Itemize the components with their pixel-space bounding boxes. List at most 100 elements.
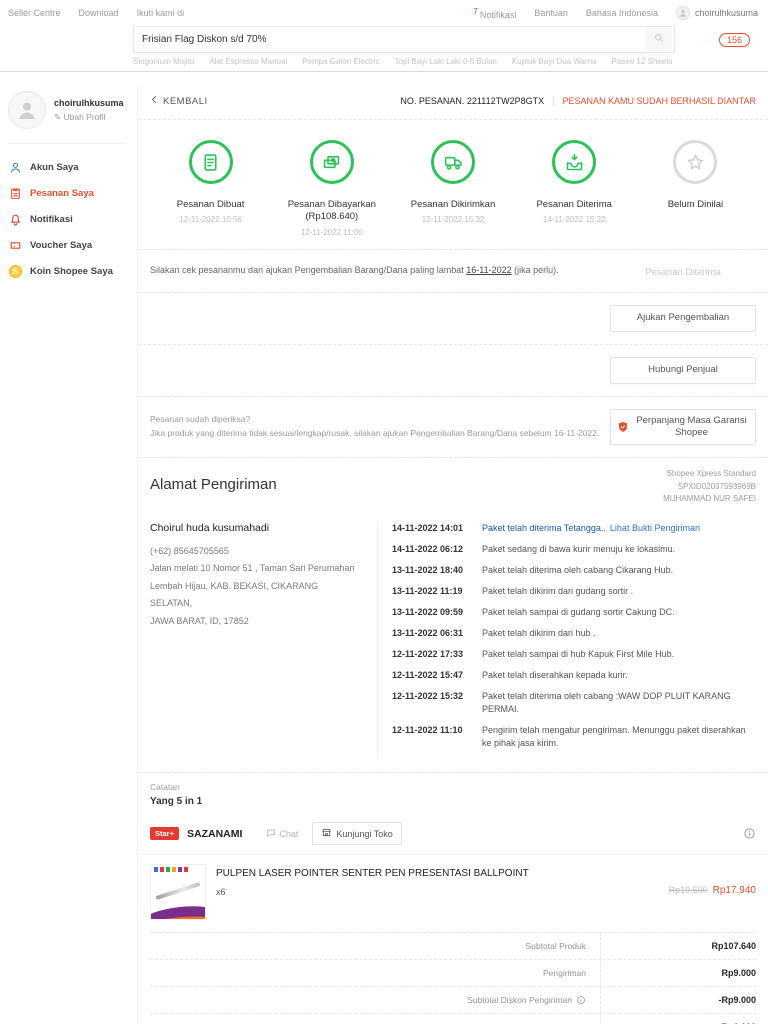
step-pesanan-dibuat: Pesanan Dibuat 12-11-2022 10:56 xyxy=(150,140,271,237)
notification-count-badge: 7 xyxy=(473,6,478,16)
perpanjang-garansi-button[interactable]: Perpanjang Masa Garansi Shopee xyxy=(610,408,756,446)
chevron-left-icon xyxy=(150,95,159,107)
sidebar-item-pesanan-saya[interactable]: Pesanan Saya xyxy=(8,180,131,206)
meta-separator: | xyxy=(552,96,555,106)
tracking-event: 12-11-2022 17:33 Paket telah sampai di hu… xyxy=(392,648,675,659)
topbar-username: choirulhkusuma xyxy=(694,8,758,18)
coin-icon: S xyxy=(8,264,22,278)
shop-icon xyxy=(321,827,332,840)
link-download[interactable]: Download xyxy=(79,8,119,18)
hubungi-penjual-button[interactable]: Hubungi Penjual xyxy=(610,356,756,384)
ajukan-pengembalian-button[interactable]: Ajukan Pengembalian xyxy=(610,304,756,332)
chat-icon xyxy=(266,828,276,840)
step-pesanan-dikirimkan: Pesanan Dikirimkan 12-11-2022 15:32 xyxy=(392,140,513,237)
step-pesanan-dibayarkan: Pesanan Dibayarkan (Rp108.640) 12-11-202… xyxy=(271,140,392,237)
sidebar-item-voucher-saya[interactable]: Voucher Saya xyxy=(8,232,131,258)
avatar[interactable] xyxy=(8,91,46,129)
link-notifikasi[interactable]: 7 Notifikasi xyxy=(473,7,516,20)
shield-icon xyxy=(617,421,629,433)
total-row: Subtotal Produk Rp107.640 xyxy=(150,932,756,960)
money-icon xyxy=(309,140,354,184)
tracking-event: 13-11-2022 11:19 Paket telah dikirim dari… xyxy=(392,585,634,596)
tracking-event: 14-11-2022 14:01 Paket telah diterima Te… xyxy=(392,522,700,533)
search-button[interactable] xyxy=(646,28,672,51)
product-thumbnail: ... xyxy=(150,864,206,921)
courier-info: Shopee Xpress Standard SPXID02037593969B… xyxy=(663,464,756,505)
kunjungi-toko-button[interactable]: Kunjungi Toko xyxy=(312,822,402,846)
clipboard-icon xyxy=(8,186,22,200)
lihat-bukti-link[interactable]: Lihat Bukti Pengiriman xyxy=(610,523,700,533)
back-button[interactable]: KEMBALI xyxy=(150,95,208,107)
order-note: Catatan Yang 5 in 1 xyxy=(138,772,768,813)
user-icon xyxy=(8,160,22,174)
sidebar-profile: choirulhkusuma ✎ Ubah Profil xyxy=(8,87,131,141)
order-progress-stepper: Pesanan Dibuat 12-11-2022 10:56 Pesanan … xyxy=(138,119,768,249)
link-bantuan[interactable]: Bantuan xyxy=(534,8,568,18)
tracking-number: SPXID02037593969B xyxy=(677,481,756,491)
total-row: Pengiriman Rp9.000 xyxy=(150,959,756,987)
search-bar xyxy=(133,26,675,53)
topbar-user-menu[interactable]: choirulhkusuma xyxy=(675,6,758,20)
star-plus-badge: Star+ xyxy=(150,827,179,841)
order-totals: Subtotal Produk Rp107.640 Pengiriman Rp9… xyxy=(138,932,768,1024)
return-deadline-date: 16-11-2022 xyxy=(466,264,512,275)
total-row: Biaya Layanan Rp1.000 xyxy=(150,1013,756,1024)
link-seller-centre[interactable]: Seller Centre xyxy=(8,8,61,18)
tracking-event: 13-11-2022 09:59 Paket telah sampai di gu… xyxy=(392,606,675,617)
search-input[interactable] xyxy=(134,34,646,45)
receipt-icon xyxy=(188,140,233,184)
recipient-phone: (+62) 85645705565 xyxy=(150,545,229,556)
store-name[interactable]: SAZANAMI xyxy=(187,828,242,840)
order-item-row[interactable]: ... PULPEN LASER POINTER SENTER PEN PRES… xyxy=(138,855,768,932)
tracking-event: 12-11-2022 15:47 Paket telah diserahkan k… xyxy=(392,669,628,680)
note-label: Catatan xyxy=(150,782,180,793)
order-status: PESANAN KAMU SUDAH BERHASIL DIANTAR xyxy=(562,96,756,106)
return-deadline-note: Silakan cek pesananmu dan ajukan Pengemb… xyxy=(150,264,559,275)
tracking-event: 12-11-2022 15:32 Paket telah diterima ole… xyxy=(392,690,731,714)
link-ikuti-kami[interactable]: Ikuti kami di xyxy=(137,8,185,18)
product-quantity: x6 xyxy=(216,887,226,898)
language-selector[interactable]: Bahasa Indonesia xyxy=(586,8,658,18)
bell-icon xyxy=(8,212,22,226)
store-row: Star+ SAZANAMI Chat Kunjungi Toko xyxy=(138,813,768,856)
info-icon[interactable] xyxy=(743,827,756,840)
cart-count-badge[interactable]: 156 xyxy=(719,32,751,47)
tracking-history: 14-11-2022 14:01 Paket telah diterima Te… xyxy=(378,522,756,759)
sidebar-item-koin-shopee[interactable]: S Koin Shopee Saya xyxy=(8,258,131,284)
suggestion-link[interactable]: Topi Bayi Laki Laki 0 6 Bulan xyxy=(395,57,497,66)
sidebar-divider xyxy=(8,143,125,144)
info-icon[interactable] xyxy=(576,995,586,1005)
product-title: PULPEN LASER POINTER SENTER PEN PRESENTA… xyxy=(216,868,529,880)
suggestion-link[interactable]: Pompa Galon Electric xyxy=(302,57,379,66)
shipping-section-title: Alamat Pengiriman xyxy=(150,476,277,494)
pencil-icon: ✎ xyxy=(54,111,62,122)
tracking-event: 12-11-2022 11:10 Pengirim telah mengatur … xyxy=(392,725,746,749)
tracking-event: 13-11-2022 06:31 Paket telah dikirim dari… xyxy=(392,627,596,638)
tracking-event: 13-11-2022 18:40 Paket telah diterima ole… xyxy=(392,564,674,575)
suggestion-link[interactable]: Singonium Mojito xyxy=(133,57,194,66)
shipping-section: Alamat Pengiriman Shopee Xpress Standard… xyxy=(138,457,768,772)
product-prices: Rp19.500 Rp17.940 xyxy=(669,864,756,920)
original-price: Rp19.500 xyxy=(668,885,708,896)
suggestion-link[interactable]: Alat Espresso Manual xyxy=(209,57,287,66)
sidebar-item-notifikasi[interactable]: Notifikasi xyxy=(8,206,131,232)
order-detail-panel: KEMBALI NO. PESANAN. 221112TW2P8GTX | PE… xyxy=(137,85,768,1024)
truck-icon xyxy=(431,140,475,184)
edit-profile-link[interactable]: ✎ Ubah Profil xyxy=(54,112,124,123)
voucher-icon xyxy=(8,238,22,252)
sidebar-item-akun-saya[interactable]: Akun Saya xyxy=(8,154,131,180)
step-belum-dinilai: Belum Dinilai xyxy=(635,140,756,237)
step-pesanan-diterima: Pesanan Diterima 14-11-2022 15:32 xyxy=(514,140,635,237)
topbar: Seller Centre Download Ikuti kami di 7 No… xyxy=(0,0,768,72)
chat-button[interactable]: Chat xyxy=(266,828,298,840)
order-checked-note: Pesanan sudah diperiksa? Jika produk yan… xyxy=(150,414,600,439)
search-icon xyxy=(653,32,665,47)
star-icon xyxy=(673,140,718,184)
sidebar: choirulhkusuma ✎ Ubah Profil Akun Saya P… xyxy=(0,85,137,1024)
order-number: NO. PESANAN. 221112TW2P8GTX xyxy=(400,96,545,106)
discounted-price: Rp17.940 xyxy=(712,885,756,897)
courier-name: MUHAMMAD NUR SAFEI xyxy=(663,494,756,504)
suggestion-link[interactable]: Paseo 12 Sheets xyxy=(612,57,673,66)
recipient-name: Choirul huda kusumahadi xyxy=(150,521,270,534)
suggestion-link[interactable]: Kupluk Bayi Dua Warna xyxy=(512,57,597,66)
